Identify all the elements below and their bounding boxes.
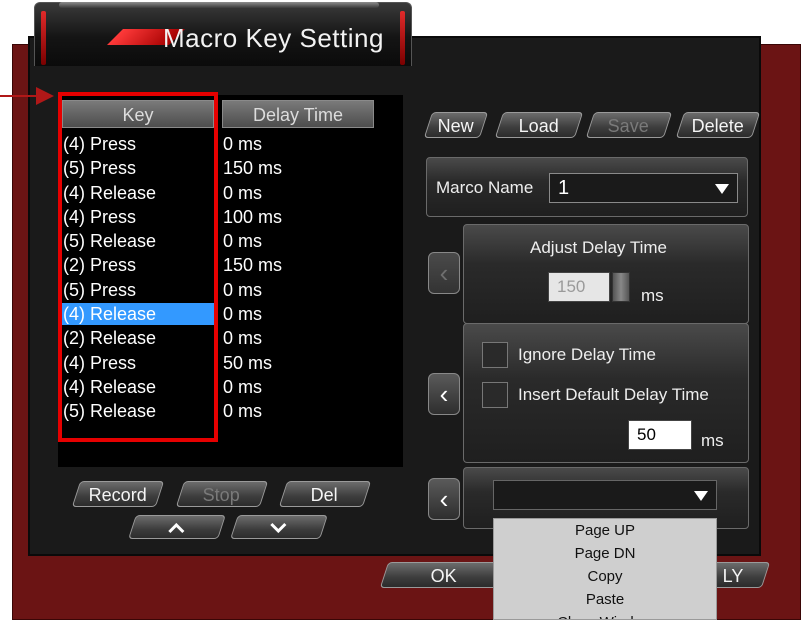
insert-command-button[interactable]: ‹: [428, 478, 460, 520]
adjust-delay-input[interactable]: 150: [548, 272, 610, 302]
caret-down-icon: [694, 491, 708, 501]
row-delay: 150 ms: [223, 158, 283, 179]
apply-adjust-delay-button[interactable]: ‹: [428, 252, 460, 294]
highlight-box: [58, 92, 218, 442]
apply-delay-option-button[interactable]: ‹: [428, 373, 460, 415]
ignore-delay-checkbox[interactable]: [482, 342, 508, 368]
macro-name-value: 1: [558, 177, 570, 199]
title-rim: [59, 2, 379, 8]
dropdown-item[interactable]: Paste: [494, 588, 716, 611]
row-delay: 50 ms: [223, 352, 273, 373]
dropdown-item[interactable]: Copy: [494, 565, 716, 588]
window-title: Macro Key Setting: [163, 23, 384, 53]
chevron-left-icon: ‹: [439, 258, 449, 288]
stop-button[interactable]: Stop: [175, 481, 269, 507]
chevron-left-icon: ‹: [439, 379, 449, 409]
chevron-left-icon: ‹: [439, 484, 449, 514]
new-button[interactable]: New: [423, 112, 489, 138]
row-delay: 100 ms: [223, 206, 283, 227]
row-delay: 150 ms: [223, 255, 283, 276]
adjust-delay-label: Adjust Delay Time: [530, 238, 667, 257]
default-delay-input[interactable]: 50: [628, 420, 692, 450]
delete-button[interactable]: Delete: [675, 112, 761, 138]
insert-default-delay-checkbox[interactable]: [482, 382, 508, 408]
title-tab: Macro Key Setting: [34, 2, 412, 66]
adjust-delay-spinner[interactable]: [612, 272, 630, 302]
row-delay: 0 ms: [223, 134, 263, 154]
annotation-arrow-line: [0, 95, 40, 97]
ignore-delay-label: Ignore Delay Time: [518, 345, 656, 364]
command-dropdown[interactable]: Page UP Page DN Copy Paste Close Window: [493, 518, 717, 620]
title-accent-left: [41, 11, 46, 65]
move-down-button[interactable]: [230, 515, 328, 539]
load-button[interactable]: Load: [494, 112, 584, 138]
row-delay: 0 ms: [223, 182, 263, 203]
command-select[interactable]: [493, 480, 717, 510]
column-header-delay[interactable]: Delay Time: [222, 100, 374, 128]
save-button[interactable]: Save: [585, 112, 673, 138]
dropdown-item[interactable]: Close Window: [494, 611, 716, 619]
move-up-button[interactable]: [128, 515, 226, 539]
dropdown-item[interactable]: Page DN: [494, 542, 716, 565]
row-delay: 0 ms: [223, 376, 263, 397]
dropdown-item[interactable]: Page UP: [494, 519, 716, 542]
adjust-delay-unit: ms: [641, 286, 664, 305]
record-button[interactable]: Record: [71, 481, 165, 507]
macro-name-select[interactable]: 1: [549, 173, 738, 203]
row-delay: 0 ms: [223, 304, 263, 325]
ok-button[interactable]: OK: [379, 562, 509, 588]
default-delay-unit: ms: [701, 431, 724, 450]
row-delay: 0 ms: [223, 328, 263, 349]
row-delay: 0 ms: [223, 279, 263, 300]
del-button[interactable]: Del: [278, 481, 372, 507]
chevron-up-icon: [166, 516, 186, 542]
row-delay: 0 ms: [223, 401, 263, 422]
chevron-down-icon: [268, 516, 288, 542]
caret-down-icon: [715, 184, 729, 194]
insert-default-delay-label: Insert Default Delay Time: [518, 385, 709, 404]
row-delay: 0 ms: [223, 231, 263, 252]
macro-name-label: Marco Name: [436, 178, 534, 197]
annotation-arrow-icon: [36, 87, 54, 105]
title-accent-right: [400, 11, 405, 65]
